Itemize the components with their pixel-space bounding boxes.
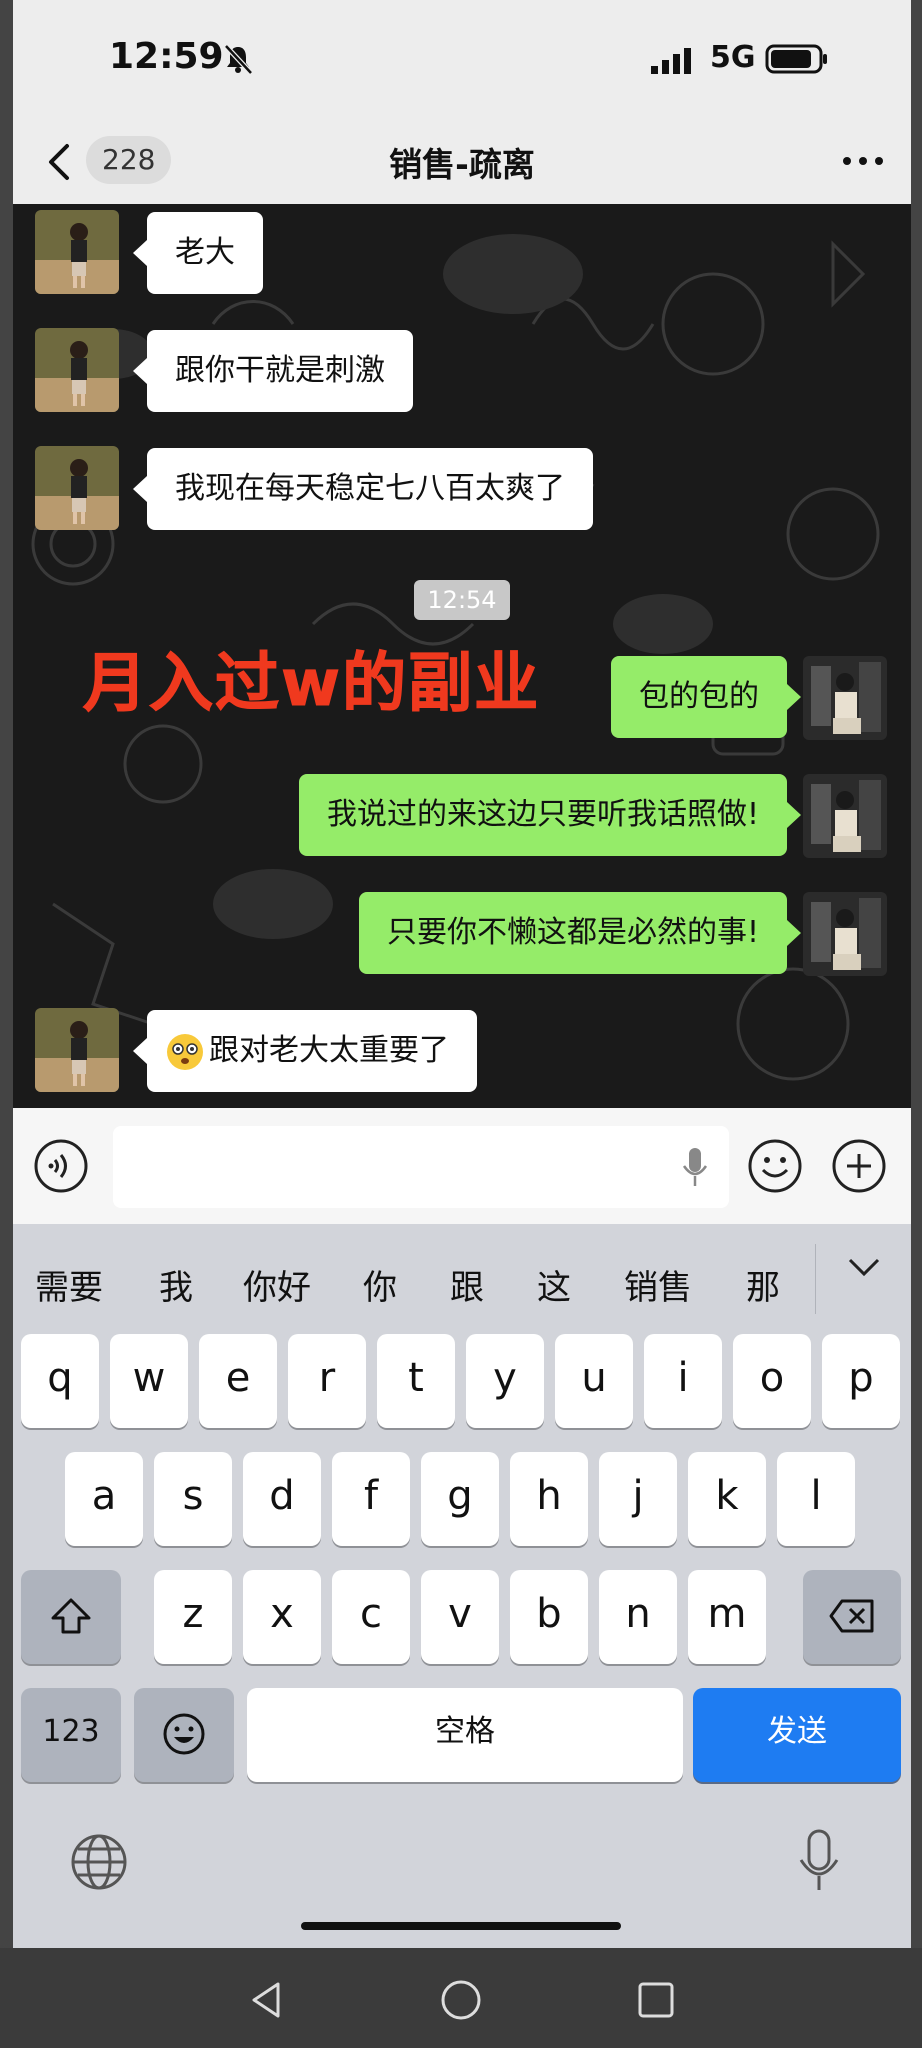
battery-icon	[765, 44, 827, 74]
key-j[interactable]: j	[599, 1452, 677, 1546]
key-c[interactable]: c	[332, 1570, 410, 1664]
suggestion-item[interactable]: 你	[363, 1260, 397, 1309]
chat-area[interactable]: 老大 跟你干就是刺激 我现在每天稳定七八百太爽了 12:54 包的包的 我说过的…	[13, 204, 911, 1108]
emoji-key[interactable]	[134, 1688, 234, 1782]
suggestion-divider	[815, 1244, 816, 1314]
key-d[interactable]: d	[243, 1452, 321, 1546]
nav-back-icon[interactable]	[244, 1978, 288, 2022]
key-v[interactable]: v	[421, 1570, 499, 1664]
key-r[interactable]: r	[288, 1334, 366, 1428]
key-b[interactable]: b	[510, 1570, 588, 1664]
mic-icon[interactable]	[681, 1146, 709, 1188]
key-g[interactable]: g	[421, 1452, 499, 1546]
message-bubble-received[interactable]: 老大	[133, 212, 263, 294]
emoji-picker-icon[interactable]	[747, 1138, 803, 1194]
contact-avatar[interactable]	[35, 210, 119, 294]
unread-count-badge[interactable]: 228	[86, 136, 172, 184]
status-bar: 12:59 5G	[13, 0, 911, 120]
backspace-icon	[829, 1599, 874, 1633]
key-h[interactable]: h	[510, 1452, 588, 1546]
backspace-key[interactable]	[803, 1570, 901, 1664]
message-text: 跟对老大太重要了	[209, 1033, 449, 1068]
key-k[interactable]: k	[688, 1452, 766, 1546]
key-s[interactable]: s	[154, 1452, 232, 1546]
nav-recents-icon[interactable]	[634, 1978, 678, 2022]
key-q[interactable]: q	[21, 1334, 99, 1428]
message-input-bar	[13, 1108, 911, 1224]
chevron-down-icon[interactable]	[847, 1256, 881, 1278]
key-l[interactable]: l	[777, 1452, 855, 1546]
space-key[interactable]: 空格	[247, 1688, 683, 1782]
suggestion-item[interactable]: 你好	[243, 1260, 311, 1309]
self-avatar[interactable]	[803, 774, 887, 858]
contact-avatar[interactable]	[35, 1008, 119, 1092]
dizzy-face-emoji-icon	[167, 1033, 203, 1070]
signal-icon	[651, 48, 691, 74]
dictation-mic-icon[interactable]	[797, 1828, 841, 1894]
self-avatar[interactable]	[803, 892, 887, 976]
message-bubble-received[interactable]: 跟你干就是刺激	[133, 330, 413, 412]
contact-avatar[interactable]	[35, 328, 119, 412]
key-z[interactable]: z	[154, 1570, 232, 1664]
promo-overlay-text: 月入过w的副业	[82, 647, 541, 722]
message-bubble-received[interactable]: 我现在每天稳定七八百太爽了	[133, 448, 593, 530]
key-a[interactable]: a	[65, 1452, 143, 1546]
message-timestamp: 12:54	[414, 580, 510, 620]
key-x[interactable]: x	[243, 1570, 321, 1664]
key-u[interactable]: u	[555, 1334, 633, 1428]
suggestion-item[interactable]: 我	[159, 1260, 193, 1309]
suggestion-item[interactable]: 这	[537, 1260, 571, 1309]
key-f[interactable]: f	[332, 1452, 410, 1546]
back-arrow-icon[interactable]	[45, 142, 71, 182]
key-m[interactable]: m	[688, 1570, 766, 1664]
system-nav-bar	[0, 1948, 922, 2048]
key-o[interactable]: o	[733, 1334, 811, 1428]
key-n[interactable]: n	[599, 1570, 677, 1664]
silent-bell-icon	[224, 44, 253, 75]
emoji-icon	[163, 1713, 205, 1755]
home-indicator[interactable]	[301, 1922, 621, 1930]
key-i[interactable]: i	[644, 1334, 722, 1428]
contact-avatar[interactable]	[35, 446, 119, 530]
suggestion-item[interactable]: 销售	[624, 1260, 692, 1309]
status-time: 12:59	[109, 36, 224, 77]
message-bubble-sent[interactable]: 只要你不懒这都是必然的事!	[358, 892, 802, 974]
phone-screen: 12:59 5G 销售-疏离 228 老大 跟你干就是刺激 我现在每天稳定七八百…	[13, 0, 911, 1948]
shift-arrow-icon	[51, 1598, 91, 1634]
message-bubble-sent[interactable]: 我说过的来这边只要听我话照做!	[298, 774, 802, 856]
suggestion-item[interactable]: 跟	[450, 1260, 484, 1309]
send-key[interactable]: 发送	[693, 1688, 901, 1782]
network-type: 5G	[710, 40, 756, 75]
add-attachment-icon[interactable]	[831, 1138, 887, 1194]
nav-home-icon[interactable]	[439, 1978, 483, 2022]
message-text-field[interactable]	[113, 1126, 729, 1208]
message-bubble-received[interactable]: 跟对老大太重要了	[133, 1010, 477, 1092]
globe-icon[interactable]	[69, 1832, 129, 1892]
message-bubble-sent[interactable]: 包的包的	[611, 656, 801, 738]
voice-mode-icon[interactable]	[33, 1138, 89, 1194]
numbers-key[interactable]: 123	[21, 1688, 121, 1782]
keyboard: 需要 我 你好 你 跟 这 销售 那 q w e r t y u i o p a…	[13, 1224, 911, 1948]
suggestion-item[interactable]: 那	[746, 1260, 780, 1309]
shift-key[interactable]	[21, 1570, 121, 1664]
chat-header: 销售-疏离 228	[13, 120, 911, 205]
key-y[interactable]: y	[466, 1334, 544, 1428]
key-p[interactable]: p	[822, 1334, 900, 1428]
suggestion-item[interactable]: 需要	[35, 1260, 103, 1309]
key-w[interactable]: w	[110, 1334, 188, 1428]
key-t[interactable]: t	[377, 1334, 455, 1428]
more-options-icon[interactable]	[839, 146, 887, 176]
key-e[interactable]: e	[199, 1334, 277, 1428]
self-avatar[interactable]	[803, 656, 887, 740]
